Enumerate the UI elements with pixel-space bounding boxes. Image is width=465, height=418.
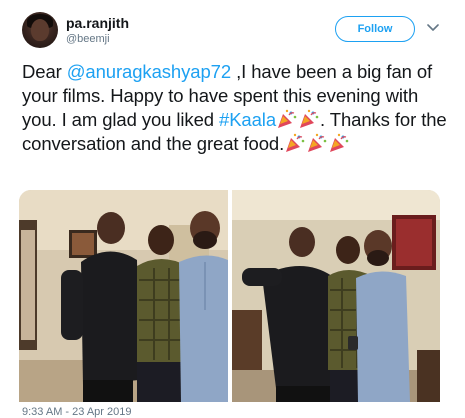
party-popper-emoji bbox=[300, 109, 319, 128]
party-popper-emoji bbox=[278, 109, 297, 128]
hashtag-link[interactable]: #Kaala bbox=[219, 109, 276, 130]
party-popper-emoji bbox=[286, 133, 305, 152]
tweet-text-part-1: Dear bbox=[22, 61, 67, 82]
tweet-photo-2[interactable] bbox=[232, 190, 440, 402]
mention-link[interactable]: @anuragkashyap72 bbox=[67, 61, 231, 82]
tweet-timestamp[interactable]: 9:33 AM - 23 Apr 2019 bbox=[22, 406, 131, 418]
author-display-name[interactable]: pa.ranjith bbox=[66, 15, 129, 31]
party-popper-emoji bbox=[330, 133, 349, 152]
chevron-down-icon[interactable] bbox=[427, 22, 439, 34]
avatar-face bbox=[31, 19, 49, 41]
author-handle[interactable]: @beemji bbox=[66, 33, 110, 45]
tweet-text: Dear @anuragkashyap72 ,I have been a big… bbox=[22, 60, 452, 156]
avatar[interactable] bbox=[22, 12, 58, 48]
party-popper-emoji bbox=[308, 133, 327, 152]
follow-button[interactable]: Follow bbox=[335, 16, 415, 42]
tweet-photo-1[interactable] bbox=[19, 190, 228, 402]
